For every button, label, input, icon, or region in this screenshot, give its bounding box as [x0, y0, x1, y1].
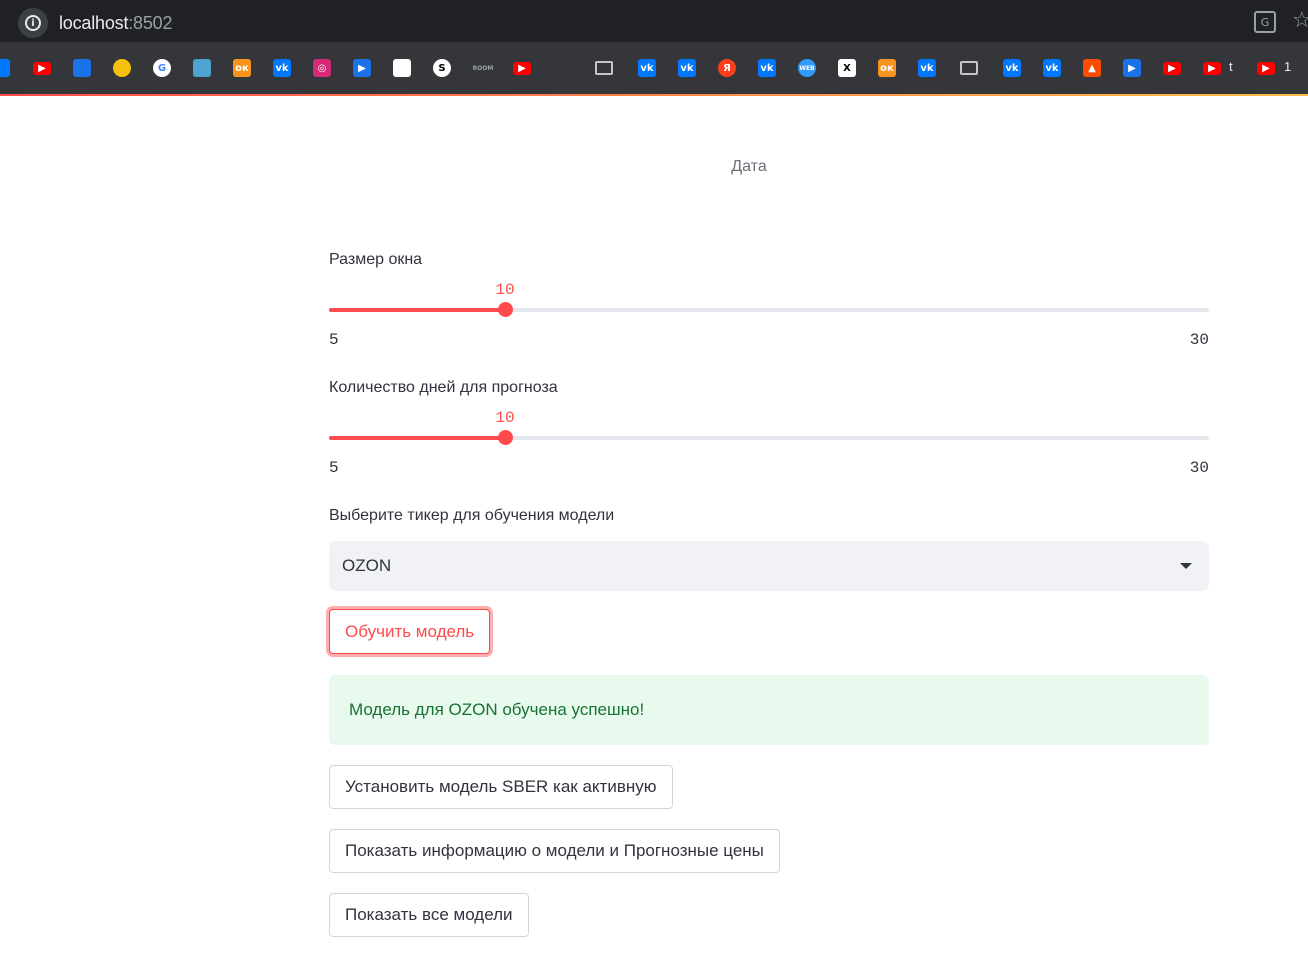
bookmarks-bar: ▶ G ок vk ◎ ▶ S ROOM ▶ vk vk Я vk WEB X … — [0, 42, 1308, 94]
bookmark-instagram-icon[interactable]: ◎ — [313, 59, 331, 77]
bookmark-gear-icon[interactable] — [193, 59, 211, 77]
bookmark-play-icon[interactable]: ▶ — [353, 59, 371, 77]
bookmark-face-icon[interactable] — [113, 59, 131, 77]
slider-value: 10 — [495, 409, 515, 427]
bookmark-ok-icon[interactable]: ок — [233, 59, 251, 77]
bookmark-youtube-icon[interactable]: ▶ — [1257, 62, 1275, 75]
url-port: :8502 — [128, 13, 173, 33]
bookmark-play-icon[interactable]: ▶ — [1123, 59, 1141, 77]
bookmark-youtube-icon[interactable]: ▶ — [1203, 62, 1221, 75]
bookmark-ok-icon[interactable]: ок — [878, 59, 896, 77]
bookmark-room-icon[interactable]: ROOM — [473, 59, 494, 77]
slider-min: 5 — [329, 459, 339, 477]
slider-thumb[interactable] — [498, 430, 513, 445]
slider-min: 5 — [329, 331, 339, 349]
slider-max: 30 — [1189, 331, 1209, 349]
bookmark-bluesky-icon[interactable] — [0, 59, 10, 77]
success-message: Модель для OZON обучена успешно! — [349, 700, 645, 719]
bookmark-folder-icon[interactable] — [960, 61, 978, 75]
bookmark-vk-icon[interactable]: vk — [678, 59, 696, 77]
bookmark-youtube-icon[interactable]: ▶ — [513, 62, 531, 75]
translate-icon[interactable]: G — [1254, 11, 1276, 33]
info-icon[interactable]: i — [18, 8, 48, 38]
chart-x-axis-label: Дата — [731, 158, 767, 175]
bookmark-label[interactable]: 1 — [1284, 59, 1291, 74]
forecast-days-label: Количество дней для прогноза — [329, 379, 558, 396]
bookmark-link-icon[interactable]: S — [433, 59, 451, 77]
bookmark-star-icon[interactable]: ☆ — [1292, 8, 1308, 33]
slider-fill — [329, 436, 505, 440]
bookmark-unsplash-icon[interactable] — [393, 59, 411, 77]
bookmark-vk-icon[interactable]: vk — [918, 59, 936, 77]
slider-value: 10 — [495, 281, 515, 299]
ticker-selected-value: OZON — [342, 556, 392, 575]
chevron-down-icon[interactable] — [1180, 563, 1192, 569]
url-text[interactable]: localhost:8502 — [59, 13, 172, 34]
browser-address-bar: i localhost:8502 G ☆ — [0, 0, 1308, 42]
bookmark-vk-icon[interactable]: vk — [1043, 59, 1061, 77]
window-size-slider[interactable]: 10 5 30 — [329, 281, 1209, 349]
ticker-select-label: Выберите тикер для обучения модели — [329, 507, 615, 524]
slider-fill — [329, 308, 505, 312]
ticker-select[interactable]: OZON — [329, 541, 1209, 591]
bookmark-chart-icon[interactable] — [73, 59, 91, 77]
bookmark-vk-icon[interactable]: vk — [273, 59, 291, 77]
slider-max: 30 — [1189, 459, 1209, 477]
success-alert: Модель для OZON обучена успешно! — [329, 675, 1209, 745]
bookmark-web-icon[interactable]: WEB — [798, 59, 816, 77]
bookmark-folder-icon[interactable] — [595, 61, 613, 75]
bookmark-yandex-icon[interactable]: Я — [718, 59, 736, 77]
set-active-model-button[interactable]: Установить модель SBER как активную — [329, 765, 673, 809]
bookmark-google-icon[interactable]: G — [153, 59, 171, 77]
show-all-models-button[interactable]: Показать все модели — [329, 893, 529, 937]
bookmark-youtube-icon[interactable]: ▶ — [1163, 62, 1181, 75]
window-size-label: Размер окна — [329, 251, 423, 268]
slider-thumb[interactable] — [498, 302, 513, 317]
bookmark-x-icon[interactable]: X — [838, 59, 856, 77]
train-model-button[interactable]: Обучить модель — [329, 609, 491, 654]
bookmark-vk-icon[interactable]: vk — [1003, 59, 1021, 77]
bookmark-strava-icon[interactable]: ▲ — [1083, 59, 1101, 77]
bookmark-label[interactable]: t — [1229, 59, 1233, 74]
show-model-info-button[interactable]: Показать информацию о модели и Прогнозны… — [329, 829, 780, 873]
bookmark-vk-icon[interactable]: vk — [758, 59, 776, 77]
bookmark-youtube-icon[interactable]: ▶ — [33, 62, 51, 75]
bookmark-vk-icon[interactable]: vk — [638, 59, 656, 77]
omnibox[interactable]: i localhost:8502 — [6, 3, 1306, 39]
forecast-days-slider[interactable]: 10 5 30 — [329, 409, 1209, 477]
url-host: localhost — [59, 13, 129, 33]
app-decoration-bar — [0, 94, 1308, 96]
